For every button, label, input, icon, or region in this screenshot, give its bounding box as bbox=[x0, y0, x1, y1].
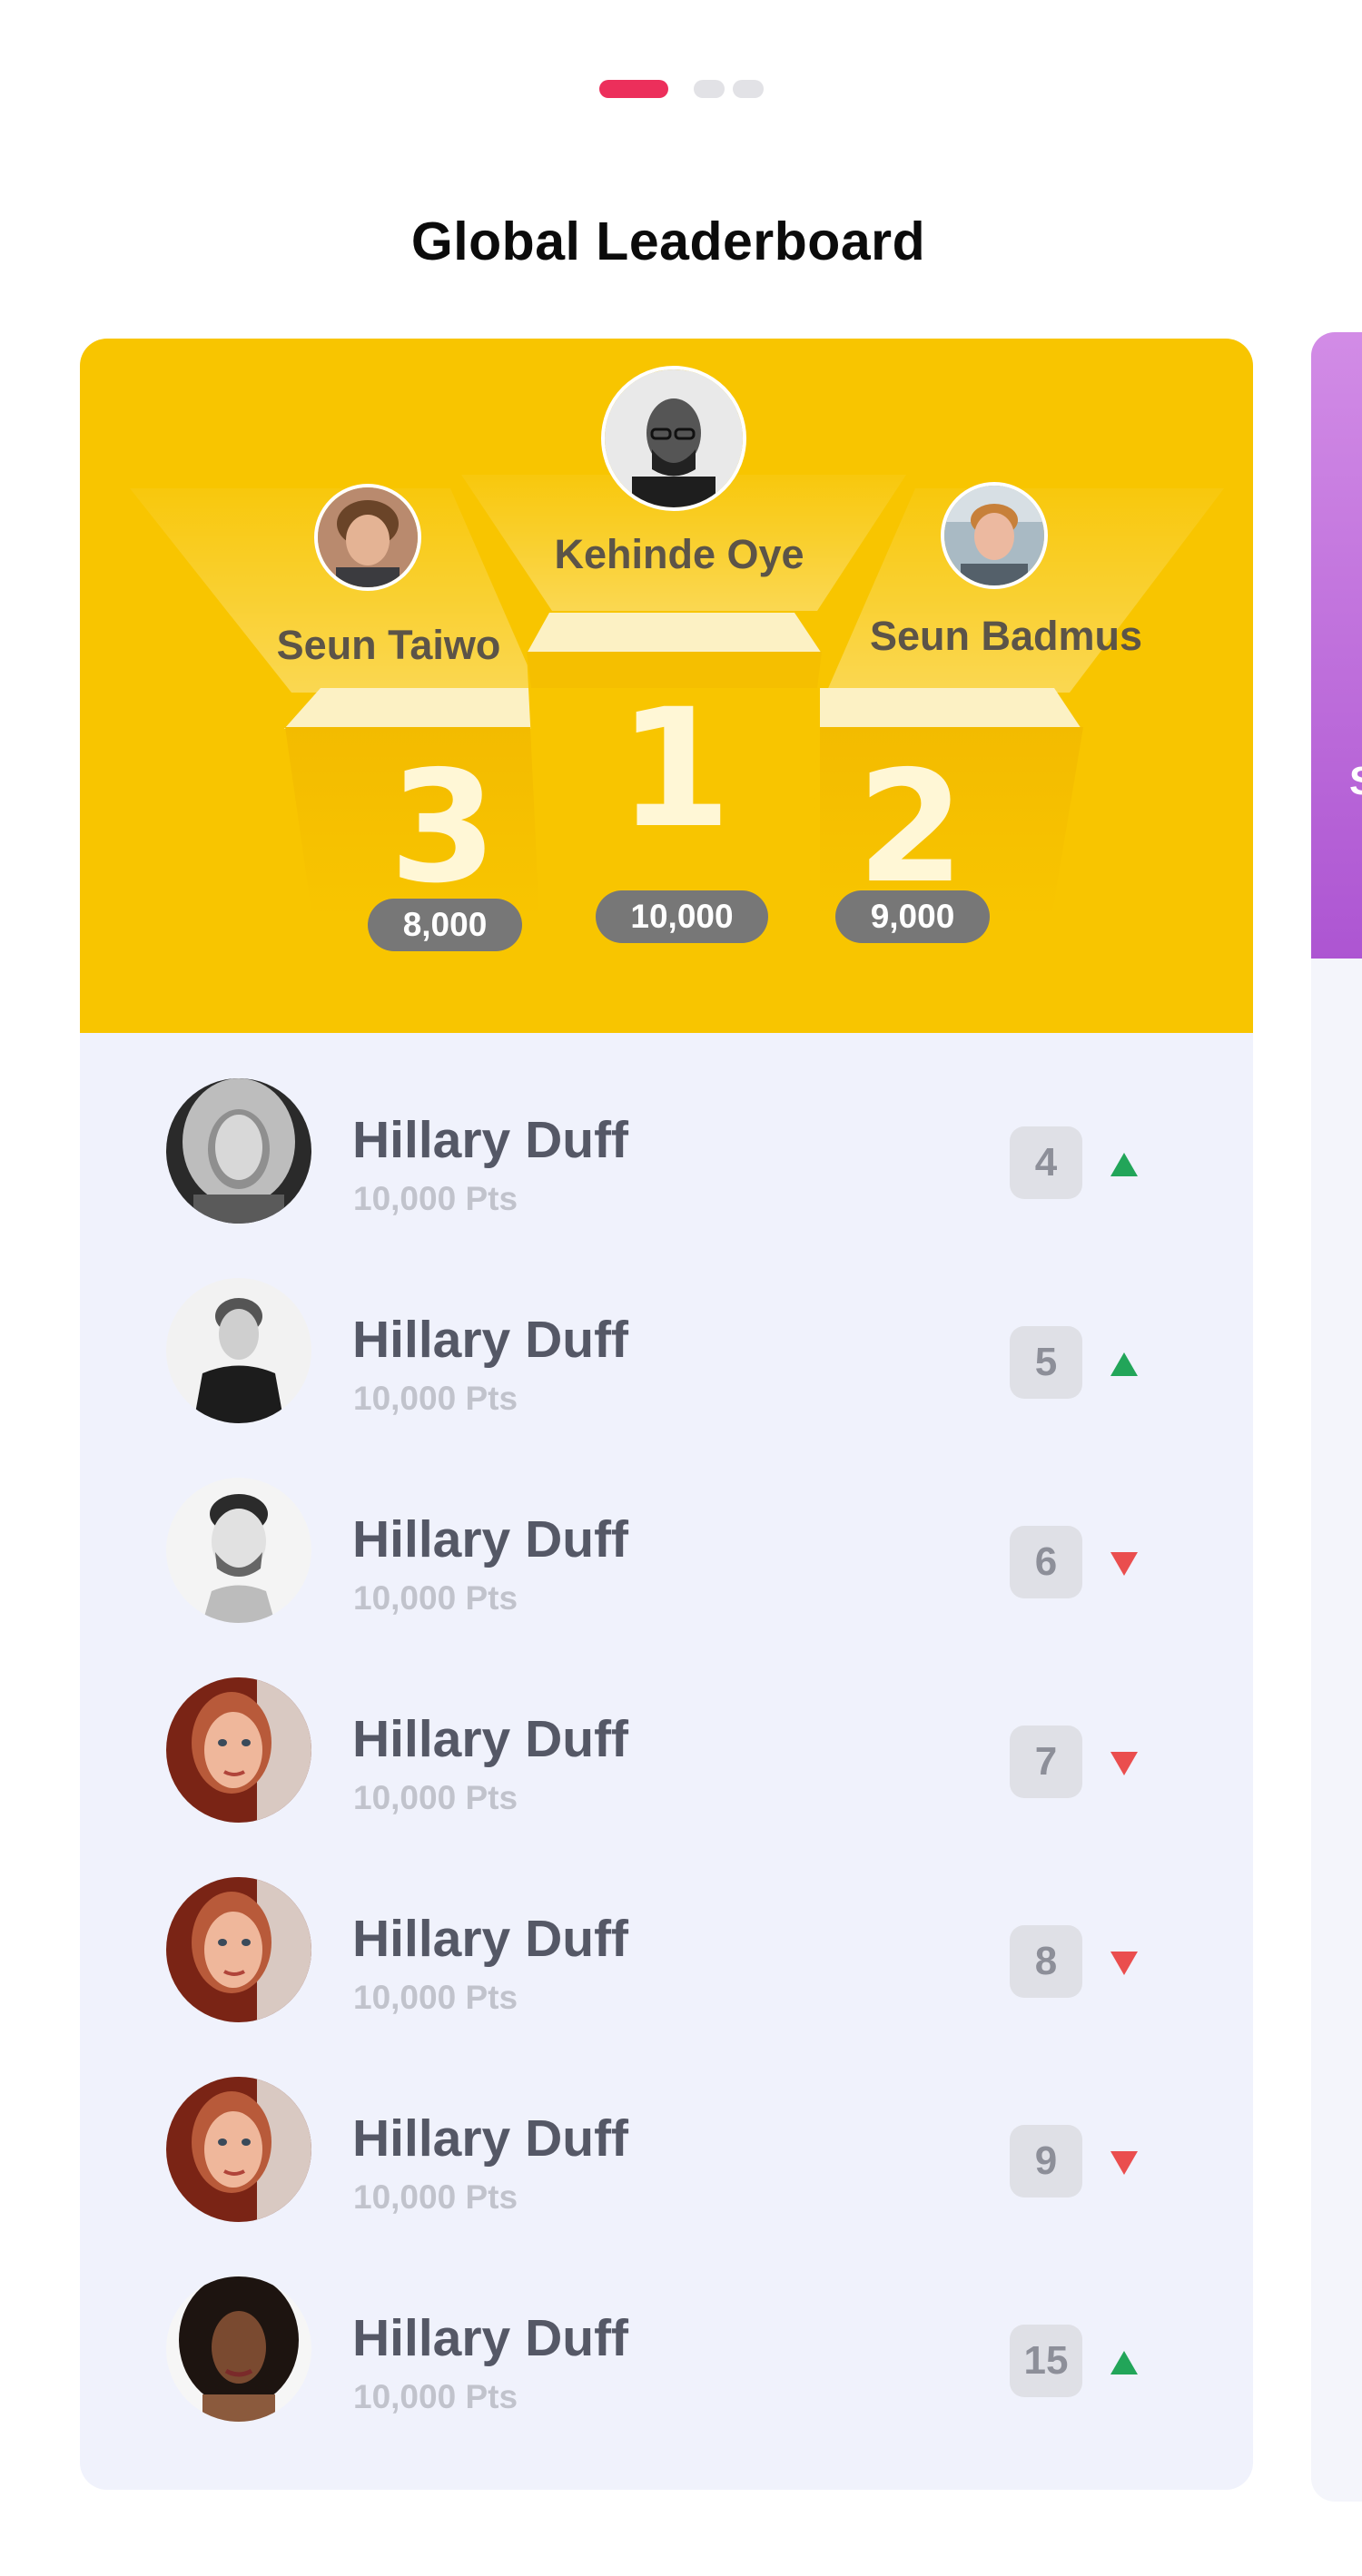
page-dot[interactable] bbox=[694, 80, 725, 98]
rank-badge: 4 bbox=[1010, 1126, 1082, 1199]
rank-badge: 9 bbox=[1010, 2125, 1082, 2197]
leaderboard-row[interactable]: Hillary Duff 10,000 Pts 9 bbox=[80, 2031, 1253, 2231]
player-points: 10,000 Pts bbox=[353, 1979, 518, 2016]
next-leaderboard-card[interactable]: S bbox=[1311, 332, 1362, 2502]
rank-badge: 8 bbox=[1010, 1925, 1082, 1998]
trend-down-icon bbox=[1109, 1750, 1140, 1777]
podium-1-points: 10,000 bbox=[596, 890, 768, 943]
rank-badge: 7 bbox=[1010, 1726, 1082, 1798]
podium-1-number: 1 bbox=[617, 674, 732, 864]
page-dot[interactable] bbox=[733, 80, 764, 98]
player-points: 10,000 Pts bbox=[353, 1579, 518, 1617]
page-dot-active[interactable] bbox=[599, 80, 668, 98]
avatar[interactable] bbox=[166, 1478, 311, 1623]
podium-2-name: Seun Badmus bbox=[869, 613, 1143, 659]
trend-up-icon bbox=[1109, 1351, 1140, 1378]
avatar[interactable] bbox=[166, 1278, 311, 1423]
rank-badge: 15 bbox=[1010, 2325, 1082, 2397]
player-name: Hillary Duff bbox=[352, 1510, 629, 1568]
leaderboard-row[interactable]: Hillary Duff 10,000 Pts 6 bbox=[80, 1432, 1253, 1632]
player-points: 10,000 Pts bbox=[353, 1380, 518, 1417]
trend-down-icon bbox=[1109, 1550, 1140, 1578]
avatar[interactable] bbox=[166, 1078, 311, 1224]
podium-3-points: 8,000 bbox=[368, 899, 522, 951]
player-name: Hillary Duff bbox=[352, 1910, 629, 1968]
player-name: Hillary Duff bbox=[352, 1111, 629, 1169]
next-card-title-peek: S bbox=[1349, 759, 1362, 804]
podium-1-avatar[interactable] bbox=[601, 366, 746, 511]
podium-2-points: 9,000 bbox=[835, 890, 990, 943]
trend-up-icon bbox=[1109, 2349, 1140, 2376]
leaderboard-row[interactable]: Hillary Duff 10,000 Pts 8 bbox=[80, 1832, 1253, 2031]
player-points: 10,000 Pts bbox=[353, 1779, 518, 1816]
podium-2-avatar[interactable] bbox=[941, 482, 1048, 589]
leaderboard-row[interactable]: Hillary Duff 10,000 Pts 7 bbox=[80, 1632, 1253, 1832]
avatar[interactable] bbox=[166, 1877, 311, 2022]
player-points: 10,000 Pts bbox=[353, 2178, 518, 2216]
trend-down-icon bbox=[1109, 1950, 1140, 1977]
leaderboard-row[interactable]: Hillary Duff 10,000 Pts 4 bbox=[80, 1033, 1253, 1233]
trend-down-icon bbox=[1109, 2149, 1140, 2177]
page-title: Global Leaderboard bbox=[410, 211, 926, 271]
podium-3-number: 3 bbox=[389, 738, 498, 918]
podium-3-avatar[interactable] bbox=[314, 484, 421, 591]
player-name: Hillary Duff bbox=[352, 1710, 629, 1768]
avatar[interactable] bbox=[166, 1677, 311, 1823]
leaderboard-row[interactable]: Hillary Duff 10,000 Pts 15 bbox=[80, 2231, 1253, 2431]
podium-1-name: Kehinde Oye bbox=[554, 531, 804, 577]
avatar[interactable] bbox=[166, 2276, 311, 2422]
leaderboard-card: 3 8,000 2 9,000 1 10,000 Seun Taiwo Kehi… bbox=[80, 339, 1253, 2490]
podium-3-name: Seun Taiwo bbox=[276, 622, 501, 668]
page-indicator bbox=[0, 80, 1362, 100]
player-name: Hillary Duff bbox=[352, 2109, 629, 2168]
player-name: Hillary Duff bbox=[352, 2309, 629, 2367]
rank-badge: 6 bbox=[1010, 1526, 1082, 1598]
player-points: 10,000 Pts bbox=[353, 2378, 518, 2415]
podium: 3 8,000 2 9,000 1 10,000 Seun Taiwo Kehi… bbox=[80, 339, 1253, 1033]
player-points: 10,000 Pts bbox=[353, 1180, 518, 1217]
trend-up-icon bbox=[1109, 1151, 1140, 1178]
leaderboard-row[interactable]: Hillary Duff 10,000 Pts 5 bbox=[80, 1233, 1253, 1432]
next-card-header bbox=[1311, 332, 1362, 959]
player-name: Hillary Duff bbox=[352, 1311, 629, 1369]
rank-badge: 5 bbox=[1010, 1326, 1082, 1399]
avatar[interactable] bbox=[166, 2077, 311, 2222]
